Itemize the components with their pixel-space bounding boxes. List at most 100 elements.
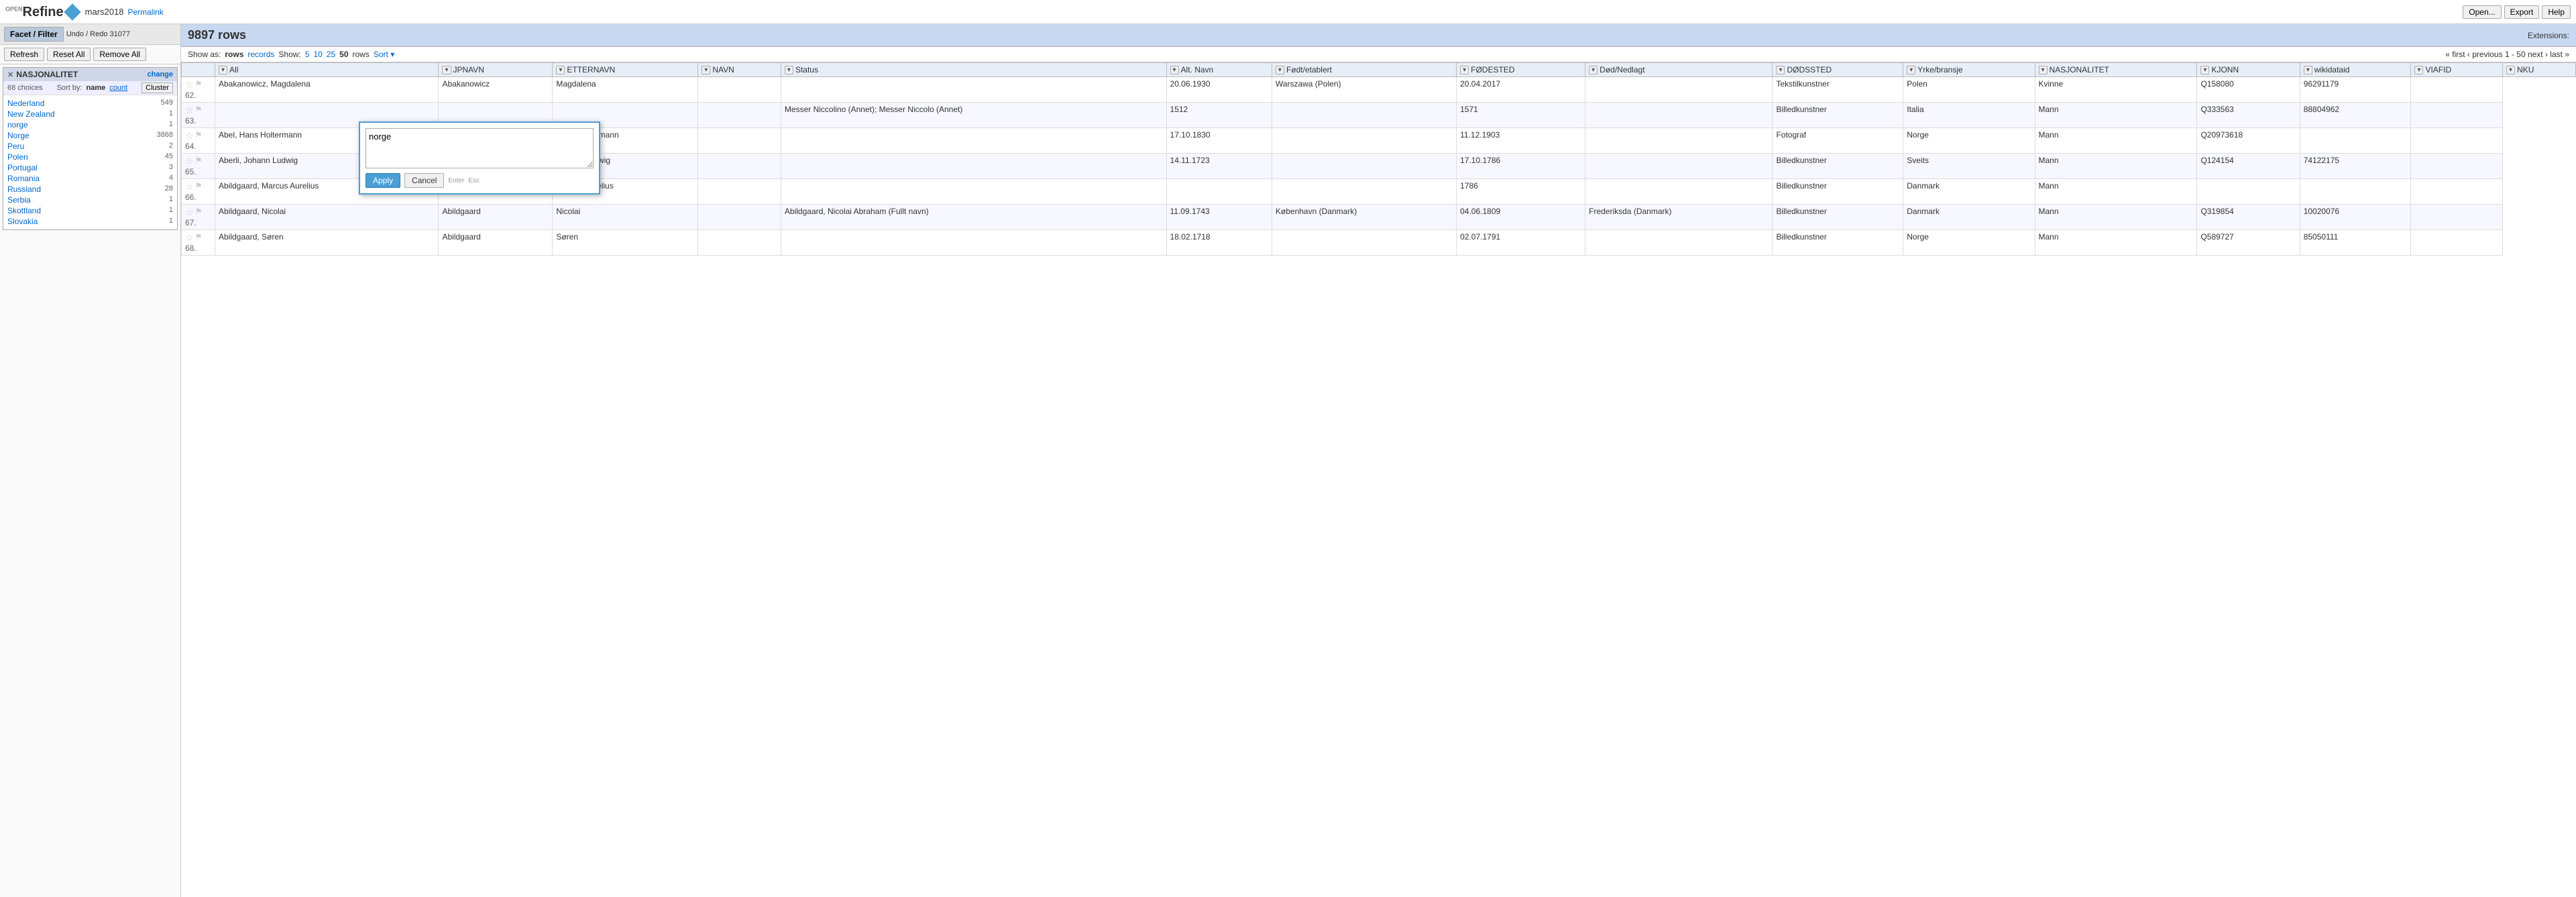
cell-nku[interactable] — [2411, 103, 2503, 128]
facet-item-name[interactable]: Russland — [7, 184, 41, 194]
facet-item-name[interactable]: Slovakia — [7, 217, 38, 226]
cell-viafid[interactable] — [2300, 128, 2411, 154]
cell-altnavn[interactable] — [781, 77, 1166, 103]
export-button[interactable]: Export — [2504, 5, 2540, 19]
facet-item-name[interactable]: norge — [7, 120, 28, 129]
cell-dodssted[interactable] — [1585, 154, 1773, 179]
col-filter-kjonn[interactable]: ▾ — [2200, 66, 2209, 74]
flag-icon[interactable]: ⚑ — [195, 79, 203, 91]
cell-yrke[interactable]: Billedkunstner — [1773, 154, 1903, 179]
cell-dodssted[interactable]: Frederiksda (Danmark) — [1585, 205, 1773, 230]
show-5-link[interactable]: 5 — [305, 50, 310, 59]
facet-change-link[interactable]: change — [147, 70, 173, 78]
facet-item-name[interactable]: Romania — [7, 174, 40, 183]
facet-item[interactable]: norge1 — [7, 119, 173, 130]
cell-viafid[interactable]: 85050111 — [2300, 230, 2411, 256]
facet-item-name[interactable]: Norge — [7, 131, 30, 140]
cell-nku[interactable] — [2411, 128, 2503, 154]
facet-filter-tab[interactable]: Facet / Filter — [4, 27, 64, 42]
col-filter-nku[interactable]: ▾ — [2506, 66, 2515, 74]
flag-icon[interactable]: ⚑ — [195, 130, 203, 142]
cell-yrke[interactable]: Billedkunstner — [1773, 230, 1903, 256]
col-header-yrke[interactable]: ▾Yrke/bransje — [1903, 63, 2035, 77]
cell-altnavn[interactable] — [781, 179, 1166, 205]
facet-item[interactable]: Polen45 — [7, 152, 173, 162]
cell-viafid[interactable]: 96291179 — [2300, 77, 2411, 103]
facet-item-name[interactable]: New Zealand — [7, 109, 55, 119]
star-icon[interactable]: ☆ — [185, 232, 194, 244]
facet-item-name[interactable]: Nederland — [7, 99, 44, 108]
cell-wikidataid[interactable] — [2197, 179, 2300, 205]
col-header-jpnavn[interactable]: ▾JPNAVN — [439, 63, 553, 77]
cell-fodested[interactable] — [1272, 179, 1456, 205]
cell-wikidataid[interactable]: Q124154 — [2197, 154, 2300, 179]
cell-viafid[interactable]: 74122175 — [2300, 154, 2411, 179]
facet-item-name[interactable]: Portugal — [7, 163, 38, 172]
col-header-kjonn[interactable]: ▾KJONN — [2197, 63, 2300, 77]
cell-nasjonalitet[interactable]: Danmark — [1903, 205, 2035, 230]
cell-dod[interactable]: 17.10.1786 — [1457, 154, 1585, 179]
cell-dod[interactable]: 11.12.1903 — [1457, 128, 1585, 154]
show-25-link[interactable]: 25 — [327, 50, 335, 59]
cell-nasjonalitet[interactable]: Sveits — [1903, 154, 2035, 179]
col-header-fodt[interactable]: ▾Født/etablert — [1272, 63, 1456, 77]
flag-icon[interactable]: ⚑ — [195, 156, 203, 167]
cell-etternavn[interactable]: Abildgaard — [439, 205, 553, 230]
cell-yrke[interactable]: Tekstilkunstner — [1773, 77, 1903, 103]
cell-viafid[interactable]: 88804962 — [2300, 103, 2411, 128]
col-header-viafid[interactable]: ▾VIAFID — [2411, 63, 2503, 77]
edit-textarea[interactable]: norge — [366, 128, 594, 168]
cell-fodested[interactable] — [1272, 230, 1456, 256]
star-icon[interactable]: ☆ — [185, 181, 194, 193]
cell-altnavn[interactable]: Messer Niccolino (Annet); Messer Niccolo… — [781, 103, 1166, 128]
col-filter-fodt[interactable]: ▾ — [1276, 66, 1284, 74]
cell-navn[interactable]: Magdalena — [553, 77, 698, 103]
col-filter-status[interactable]: ▾ — [785, 66, 793, 74]
facet-item-name[interactable]: Serbia — [7, 195, 31, 205]
cell-altnavn[interactable] — [781, 128, 1166, 154]
col-header-fodested[interactable]: ▾FØDESTED — [1457, 63, 1585, 77]
star-icon[interactable]: ☆ — [185, 207, 194, 218]
cell-status[interactable] — [698, 230, 781, 256]
remove-all-button[interactable]: Remove All — [93, 48, 146, 61]
cell-yrke[interactable]: Billedkunstner — [1773, 103, 1903, 128]
cell-nku[interactable] — [2411, 230, 2503, 256]
cancel-button[interactable]: Cancel — [404, 173, 444, 188]
permalink-link[interactable]: Permalink — [127, 7, 163, 17]
cell-status[interactable] — [698, 205, 781, 230]
cell-yrke[interactable]: Billedkunstner — [1773, 205, 1903, 230]
col-header-nku[interactable]: ▾NKU — [2503, 63, 2576, 77]
facet-item[interactable]: Peru2 — [7, 141, 173, 152]
facet-item[interactable]: Slovakia1 — [7, 216, 173, 227]
help-button[interactable]: Help — [2542, 5, 2571, 19]
show-records-link[interactable]: records — [247, 50, 274, 59]
cell-wikidataid[interactable]: Q333563 — [2197, 103, 2300, 128]
cell-viafid[interactable]: 10020076 — [2300, 205, 2411, 230]
cell-wikidataid[interactable]: Q20973618 — [2197, 128, 2300, 154]
col-filter-yrke[interactable]: ▾ — [1907, 66, 1915, 74]
cell-kjonn[interactable]: Mann — [2035, 103, 2197, 128]
cell-jpnavn[interactable]: Abildgaard, Søren — [215, 230, 439, 256]
cell-fodt[interactable]: 14.11.1723 — [1166, 154, 1272, 179]
cell-jpnavn[interactable]: Abildgaard, Nicolai — [215, 205, 439, 230]
col-filter-navn[interactable]: ▾ — [702, 66, 710, 74]
col-filter-altnavn[interactable]: ▾ — [1170, 66, 1179, 74]
col-header-dod[interactable]: ▾Død/Nedlagt — [1585, 63, 1773, 77]
cell-kjonn[interactable]: Kvinne — [2035, 77, 2197, 103]
facet-item[interactable]: Norge3868 — [7, 130, 173, 141]
cell-fodested[interactable] — [1272, 103, 1456, 128]
col-filter-dodssted[interactable]: ▾ — [1776, 66, 1785, 74]
open-button[interactable]: Open... — [2463, 5, 2501, 19]
cell-jpnavn[interactable]: Abakanowicz, Magdalena — [215, 77, 439, 103]
cell-fodt[interactable]: 20.06.1930 — [1166, 77, 1272, 103]
facet-item[interactable]: Nederland549 — [7, 98, 173, 109]
cell-nku[interactable] — [2411, 205, 2503, 230]
cell-kjonn[interactable]: Mann — [2035, 154, 2197, 179]
col-filter-etternavn[interactable]: ▾ — [556, 66, 565, 74]
cell-nku[interactable] — [2411, 154, 2503, 179]
undo-redo-link[interactable]: Undo / Redo 31077 — [66, 30, 130, 38]
col-filter-dod[interactable]: ▾ — [1589, 66, 1598, 74]
star-icon[interactable]: ☆ — [185, 130, 194, 142]
cell-viafid[interactable] — [2300, 179, 2411, 205]
flag-icon[interactable]: ⚑ — [195, 207, 203, 218]
